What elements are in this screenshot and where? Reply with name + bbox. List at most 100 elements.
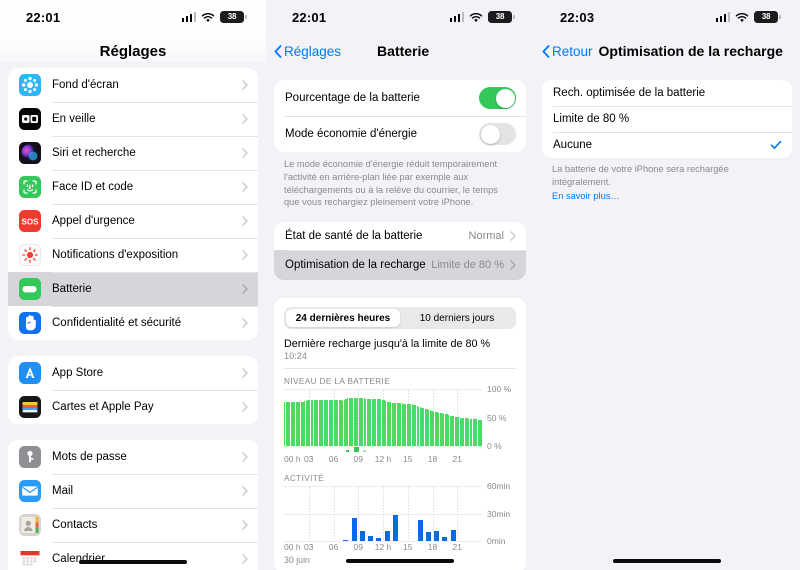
row-low-power-mode[interactable]: Mode économie d'énergie <box>274 116 526 152</box>
mail-icon <box>19 480 41 502</box>
battery-level-chart: 00 h 03 06 09 12 h 15 18 21 100 % 50 % 0 % <box>284 384 516 466</box>
sidebar-item-label: Siri et recherche <box>52 147 136 159</box>
battery-percentage-toggle[interactable] <box>479 87 516 109</box>
settings-group-store: App Store Cartes et Apple Pay <box>8 356 258 424</box>
battery-usage-card: 24 dernières heures 10 derniers jours De… <box>274 298 526 570</box>
activity-bar-slot <box>350 487 358 542</box>
back-button[interactable]: Réglages <box>266 44 341 59</box>
activity-plot: 00 h 03 06 09 12 h 15 18 21 30 juin <box>284 486 482 565</box>
calendar-icon <box>19 548 41 570</box>
sidebar-item-wallet[interactable]: Cartes et Apple Pay <box>8 390 258 424</box>
sidebar-item-label: Appel d'urgence <box>52 215 135 227</box>
sidebar-item-passwords[interactable]: Mots de passe <box>8 440 258 474</box>
option-optimized-charging[interactable]: Rech. optimisée de la batterie <box>542 80 792 106</box>
sidebar-item-sos[interactable]: SOS Appel d'urgence <box>8 204 258 238</box>
x-tick-label: 00 h <box>284 454 301 465</box>
activity-bar-slot <box>457 487 465 541</box>
sidebar-item-mail[interactable]: Mail <box>8 474 258 508</box>
x-tick-label: 12 h <box>374 542 392 553</box>
battery-level-yaxis: 100 % 50 % 0 % <box>482 384 516 466</box>
sidebar-item-contacts[interactable]: Contacts <box>8 508 258 542</box>
sidebar-item-exposure-notifications[interactable]: Notifications d'exposition <box>8 238 258 272</box>
option-none[interactable]: Aucune <box>542 132 792 158</box>
x-tick-label: 00 h <box>284 542 301 553</box>
row-battery-health[interactable]: État de santé de la batterie Normal <box>274 222 526 251</box>
sidebar-item-wallpaper[interactable]: Fond d'écran <box>8 68 258 102</box>
home-indicator[interactable] <box>79 560 187 564</box>
learn-more-label: En savoir plus… <box>552 190 620 201</box>
battery-percent-text: 38 <box>227 12 237 21</box>
low-power-mode-toggle[interactable] <box>479 123 516 145</box>
settings-group-system: Fond d'écran En veille Siri et recherche <box>8 68 258 340</box>
sidebar-item-label: En veille <box>52 113 96 125</box>
sidebar-item-batterie[interactable]: Batterie <box>8 272 258 306</box>
activity-bar <box>392 515 398 542</box>
last-charge-text: Dernière recharge jusqu'à la limite de 8… <box>284 338 491 351</box>
option-label: Aucune <box>553 139 593 151</box>
chevron-right-icon <box>242 114 248 124</box>
row-value: Limite de 80 % <box>431 259 504 272</box>
chevron-right-icon <box>242 452 248 462</box>
three-phone-screenshots: 22:01 38 Réglages Fond d'écran En veille… <box>0 0 800 570</box>
tab-last-24h[interactable]: 24 dernières heures <box>286 309 400 328</box>
sidebar-item-faceid[interactable]: Face ID et code <box>8 170 258 204</box>
activity-bar-slot <box>334 487 342 541</box>
back-button[interactable]: Retour <box>534 44 593 59</box>
divider <box>284 368 516 370</box>
y-tick-label: 50 % <box>487 412 507 423</box>
status-time: 22:01 <box>292 9 327 25</box>
charging-marker <box>363 449 366 453</box>
chevron-right-icon <box>242 250 248 260</box>
navbar: Réglages Batterie <box>266 34 534 68</box>
x-tick-label: 06 <box>328 454 339 465</box>
row-charging-optimization[interactable]: Optimisation de la recharge Limite de 80… <box>274 250 526 281</box>
privacy-icon <box>19 312 41 334</box>
activity-bar-slot <box>416 487 424 542</box>
activity-bar <box>425 532 431 542</box>
status-bar: 22:03 38 <box>534 0 800 34</box>
phone-screen-battery: 22:01 38 Réglages Batterie Pourcentage d… <box>266 0 534 570</box>
activity-bar-slot <box>358 487 366 542</box>
x-tick-label: 15 <box>403 542 413 553</box>
sidebar-item-privacy[interactable]: Confidentialité et sécurité <box>8 306 258 340</box>
faceid-icon <box>19 176 41 198</box>
sidebar-item-siri[interactable]: Siri et recherche <box>8 136 258 170</box>
row-battery-percentage[interactable]: Pourcentage de la batterie <box>274 80 526 116</box>
activity-bar-slot <box>466 487 474 541</box>
battery-toggles-group: Pourcentage de la batterie Mode économie… <box>274 80 526 152</box>
tab-last-10-days[interactable]: 10 derniers jours <box>400 309 514 327</box>
svg-text:SOS: SOS <box>22 218 40 227</box>
settings-list: Fond d'écran En veille Siri et recherche <box>0 68 266 570</box>
y-tick-label: 100 % <box>487 384 512 395</box>
option-limit-80[interactable]: Limite de 80 % <box>542 106 792 132</box>
learn-more-link[interactable]: En savoir plus… <box>534 189 800 203</box>
sidebar-item-standby[interactable]: En veille <box>8 102 258 136</box>
activity-bar-slot <box>391 487 399 542</box>
chevron-right-icon <box>242 148 248 158</box>
sidebar-item-label: Face ID et code <box>52 181 134 193</box>
y-tick-label: 0min <box>487 536 506 547</box>
chevron-right-icon <box>242 284 248 294</box>
sidebar-item-appstore[interactable]: App Store <box>8 356 258 390</box>
x-tick-label: 21 <box>452 542 462 553</box>
status-time: 22:03 <box>560 9 595 25</box>
sidebar-item-calendar[interactable]: Calendrier <box>8 542 258 570</box>
y-tick-label: 0 % <box>487 441 502 452</box>
activity-xaxis: 00 h 03 06 09 12 h 15 18 21 <box>284 541 482 554</box>
cellular-signal-icon <box>715 12 730 22</box>
battery-level-chart-title: NIVEAU DE LA BATTERIE <box>284 377 391 387</box>
wifi-icon <box>201 12 215 23</box>
home-indicator[interactable] <box>346 559 454 563</box>
siri-icon <box>19 142 41 164</box>
sidebar-item-label: Cartes et Apple Pay <box>52 401 154 413</box>
chevron-right-icon <box>242 216 248 226</box>
activity-bar-slot <box>317 487 325 541</box>
home-indicator[interactable] <box>613 559 721 563</box>
activity-series <box>284 487 482 542</box>
x-tick-label: 03 <box>304 454 314 465</box>
activity-chart: 00 h 03 06 09 12 h 15 18 21 30 juin 60min 30min 0… <box>284 481 516 565</box>
navbar: Réglages <box>0 34 266 68</box>
timerange-segmented-control[interactable]: 24 dernières heures 10 derniers jours <box>284 307 516 330</box>
